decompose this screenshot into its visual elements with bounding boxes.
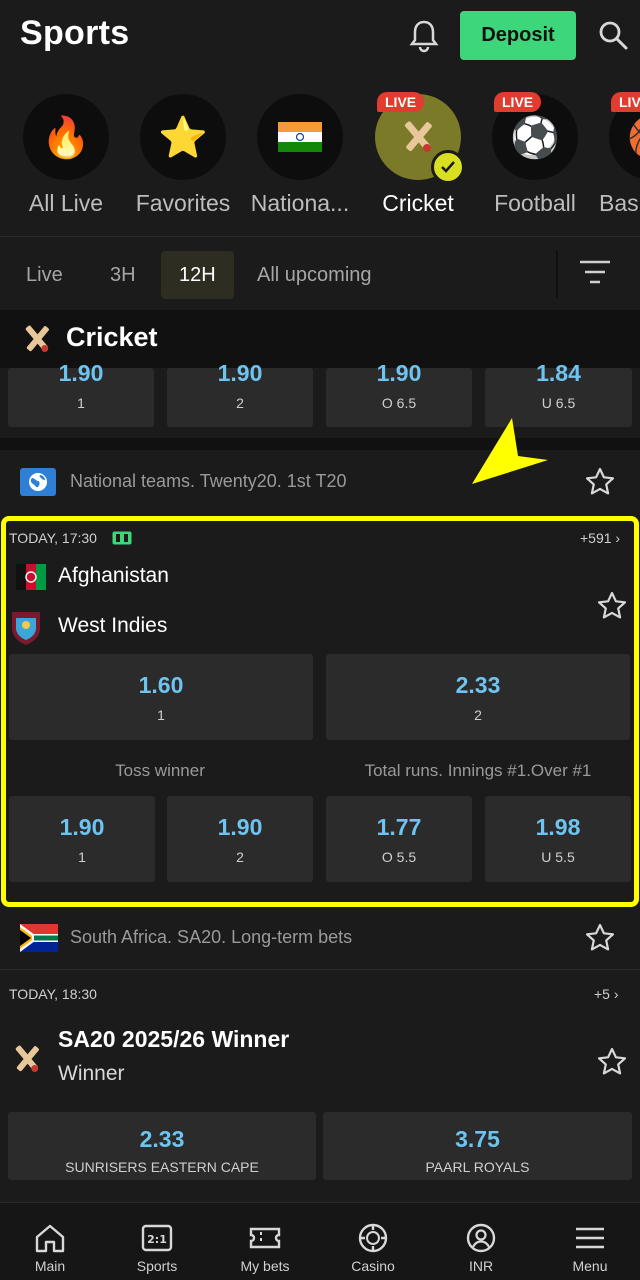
section-title: Cricket: [66, 322, 158, 352]
odds-key: PAARL ROYALS: [425, 1159, 530, 1175]
category-national[interactable]: Nationa...: [241, 94, 359, 217]
odds-button[interactable]: 1.90 O 6.5: [326, 360, 472, 427]
match-card[interactable]: TODAY, 18:30 +5 › SA20 2025/26 Winner Wi…: [0, 970, 640, 1202]
india-flag-icon: [278, 122, 322, 152]
category-favorites[interactable]: ⭐ Favorites: [124, 94, 242, 217]
nav-label: Main: [34, 1258, 66, 1274]
user-icon: [466, 1223, 496, 1253]
cricket-icon: [404, 121, 432, 152]
odds-button[interactable]: 1.90 2: [167, 360, 313, 427]
nav-label: INR: [468, 1258, 494, 1274]
category-football[interactable]: ⚽ LIVE Football: [476, 92, 594, 217]
football-icon: ⚽: [510, 115, 560, 160]
league-name: South Africa. SA20. Long-term bets: [70, 927, 353, 947]
category-label: Nationa...: [250, 190, 350, 216]
tab-live[interactable]: Live: [8, 251, 81, 299]
home-icon: [35, 1224, 65, 1253]
category-label: Favorites: [135, 190, 231, 216]
sports-icon: 2:1: [141, 1224, 173, 1252]
filter-divider: [556, 250, 558, 298]
nav-label: Menu: [572, 1258, 608, 1274]
star-icon: ⭐: [140, 94, 226, 180]
category-basketball[interactable]: 🏀 LIVE Bas: [593, 92, 640, 217]
nav-menu[interactable]: Menu: [540, 1222, 640, 1274]
category-label: Cricket: [382, 190, 454, 216]
nav-main[interactable]: Main: [0, 1222, 100, 1274]
page-title: Sports: [20, 14, 130, 52]
odds-button[interactable]: 1.90 1: [8, 360, 154, 427]
basketball-icon: 🏀: [627, 114, 640, 161]
league-row[interactable]: South Africa. SA20. Long-term bets: [0, 907, 640, 969]
favorite-star-icon[interactable]: [584, 922, 616, 954]
search-icon[interactable]: [596, 18, 630, 52]
odds-button[interactable]: 2.33 SUNRISERS EASTERN CAPE: [8, 1112, 316, 1180]
event-subtitle: Winner: [58, 1062, 125, 1085]
odds-key: U 6.5: [541, 395, 576, 411]
event-title: SA20 2025/26 Winner: [58, 1026, 290, 1052]
nav-label: Sports: [136, 1258, 178, 1274]
live-badge: LIVE: [377, 92, 425, 112]
tab-12h[interactable]: 12H: [161, 251, 234, 299]
bell-icon[interactable]: [404, 16, 444, 56]
menu-icon: [576, 1227, 604, 1249]
svg-text:2:1: 2:1: [147, 1233, 167, 1246]
favorite-star-icon[interactable]: [596, 1046, 628, 1078]
favorite-star-icon[interactable]: [584, 466, 616, 498]
live-badge: LIVE: [611, 92, 640, 112]
odds-value: 2.33: [139, 1126, 185, 1152]
sport-categories: 🔥 All Live ⭐ Favorites Nationa... LIVE C…: [0, 78, 640, 236]
category-label: All Live: [28, 190, 104, 216]
odds-key: 2: [236, 395, 244, 411]
tab-3h[interactable]: 3H: [92, 251, 154, 299]
odds-key: O 6.5: [381, 395, 417, 411]
tab-all-upcoming[interactable]: All upcoming: [239, 251, 390, 299]
odds-value: 3.75: [455, 1126, 500, 1152]
live-badge: LIVE: [494, 92, 542, 112]
nav-label: Casino: [351, 1258, 395, 1274]
more-markets-link[interactable]: +5 ›: [594, 986, 619, 1002]
nav-my-bets[interactable]: My bets: [215, 1222, 315, 1274]
globe-icon: [20, 468, 56, 496]
nav-sports[interactable]: 2:1 Sports: [107, 1222, 207, 1274]
odds-key: 1: [77, 395, 85, 411]
league-name: National teams. Twenty20. 1st T20: [70, 471, 347, 491]
fire-icon: 🔥: [23, 94, 109, 180]
pointer-arrow-icon: [472, 418, 548, 484]
highlight-frame: [1, 516, 639, 907]
odds-value: 1.84: [536, 360, 581, 386]
time-filter-bar: Live 3H 12H All upcoming: [0, 236, 640, 310]
nav-casino[interactable]: Casino: [323, 1222, 423, 1274]
odds-value: 1.90: [217, 360, 263, 386]
match-time: TODAY, 18:30: [9, 986, 97, 1002]
cricket-icon: [15, 1045, 39, 1072]
nav-account[interactable]: INR: [431, 1222, 531, 1274]
category-label: Football: [494, 190, 576, 216]
nav-label: My bets: [240, 1258, 290, 1274]
south-africa-flag-icon: [20, 924, 58, 952]
category-cricket[interactable]: LIVE Cricket: [359, 92, 477, 217]
check-icon: [431, 150, 465, 184]
ticket-icon: [249, 1227, 281, 1249]
odds-value: 1.90: [58, 360, 104, 386]
cricket-icon: [25, 325, 49, 352]
deposit-button[interactable]: Deposit: [460, 11, 576, 60]
casino-chip-icon: [358, 1223, 388, 1253]
filter-icon[interactable]: [578, 258, 612, 286]
odds-value: 1.90: [376, 360, 422, 386]
odds-button[interactable]: 3.75 PAARL ROYALS: [323, 1112, 632, 1180]
category-all-live[interactable]: 🔥 All Live: [7, 94, 125, 217]
odds-key: SUNRISERS EASTERN CAPE: [65, 1159, 259, 1175]
category-label: Bas: [599, 190, 639, 216]
